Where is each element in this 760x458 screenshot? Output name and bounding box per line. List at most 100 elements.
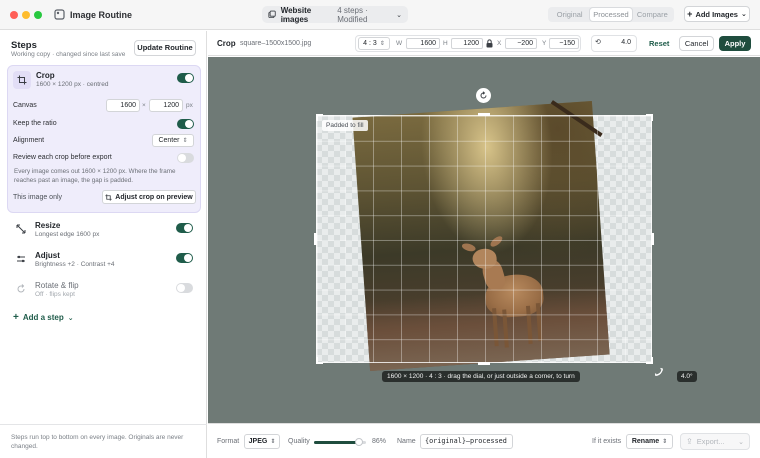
- cancel-button[interactable]: Cancel: [679, 36, 714, 51]
- alignment-select[interactable]: Center ⇕: [152, 134, 194, 147]
- if-exists-label: If it exists: [592, 438, 622, 445]
- chevron-down-icon: ⌄: [740, 11, 747, 18]
- crop-step-name: Crop: [36, 71, 55, 80]
- rotate-step-desc: Off · flips kept: [35, 291, 75, 298]
- rotate-dial-icon: [480, 91, 487, 99]
- add-step-button[interactable]: + Add a step ⌄: [13, 312, 74, 323]
- crop-handle-right[interactable]: [651, 233, 654, 245]
- format-select[interactable]: JPEG ⇕: [244, 434, 280, 449]
- crop-enabled-toggle[interactable]: [177, 73, 194, 83]
- chevron-down-icon: ⌄: [67, 314, 74, 322]
- lock-icon[interactable]: [486, 39, 493, 50]
- y-input[interactable]: −150: [549, 38, 579, 49]
- crop-handle-top[interactable]: [478, 113, 490, 116]
- sidebar-footer: Steps run top to bottom on every image. …: [0, 424, 207, 458]
- resize-icon: [12, 220, 30, 238]
- height-label: H: [443, 40, 448, 47]
- crop-step-card[interactable]: Crop 1600 × 1200 px · centred Canvas 160…: [7, 65, 201, 213]
- view-compare-tab[interactable]: Compare: [632, 8, 673, 21]
- rotate-cursor-icon: [654, 367, 663, 376]
- if-exists-select[interactable]: Rename ⇕: [626, 434, 673, 449]
- crop-toolbar: Crop square–1500x1500.jpg 4 : 3 ⇕ W 1600…: [208, 31, 760, 56]
- canvas-height-input[interactable]: 1200: [149, 99, 183, 112]
- rotation-dial[interactable]: [476, 88, 491, 103]
- quality-slider[interactable]: [314, 438, 366, 446]
- updown-chevron-icon: ⇕: [270, 439, 276, 445]
- apply-button[interactable]: Apply: [719, 36, 751, 51]
- zoom-window-button[interactable]: [34, 11, 42, 19]
- ratio-select[interactable]: 4 : 3 ⇕: [358, 37, 390, 50]
- crop-grid[interactable]: [316, 115, 652, 363]
- chevron-down-icon: ⌄: [738, 438, 744, 446]
- plus-icon: +: [13, 312, 19, 323]
- toolbar-file-name: square–1500x1500.jpg: [240, 40, 312, 47]
- export-label: Export...: [696, 437, 725, 446]
- y-label: Y: [542, 40, 547, 47]
- x-input[interactable]: −200: [505, 38, 537, 49]
- width-input[interactable]: 1600: [406, 38, 440, 49]
- this-image-only-label: This image only: [13, 194, 63, 201]
- export-button[interactable]: ⇪ Export... ⌄: [680, 433, 750, 450]
- crop-handle-bottom[interactable]: [478, 362, 490, 365]
- rotate-enabled-toggle[interactable]: [176, 283, 193, 293]
- adjust-enabled-toggle[interactable]: [176, 253, 193, 263]
- crop-handle-bottom-left[interactable]: [316, 357, 323, 364]
- name-pattern-input[interactable]: {original}–processed: [420, 434, 513, 449]
- review-label: Review each crop before export: [13, 154, 112, 161]
- document-switcher[interactable]: Website images 4 steps · Modified ⌄: [262, 5, 408, 24]
- height-input[interactable]: 1200: [451, 38, 483, 49]
- keep-ratio-toggle[interactable]: [177, 119, 194, 129]
- title-bar: Image Routine Website images 4 steps · M…: [0, 0, 760, 30]
- name-label: Name: [397, 438, 416, 445]
- add-step-label: Add a step: [22, 313, 64, 322]
- preview-canvas[interactable]: Padded to fill 1600 × 1200 · 4 : 3 · dra…: [208, 57, 760, 423]
- format-value: JPEG: [248, 438, 268, 445]
- adjust-crop-label: Adjust crop on preview: [115, 193, 193, 201]
- adjust-crop-button[interactable]: Adjust crop on preview: [102, 190, 196, 204]
- x-label: X: [497, 40, 502, 47]
- quality-label: Quality: [288, 438, 310, 445]
- reset-button[interactable]: Reset: [649, 39, 669, 48]
- alignment-value: Center: [158, 137, 180, 144]
- times-sign: ×: [142, 102, 146, 109]
- quality-slider-thumb[interactable]: [354, 438, 363, 446]
- toolbar-mode-title: Crop: [217, 39, 236, 48]
- review-toggle[interactable]: [177, 153, 194, 163]
- if-exists-value: Rename: [631, 438, 660, 445]
- steps-title: Steps: [11, 40, 37, 51]
- angle-badge: 4.0°: [677, 371, 697, 382]
- canvas-unit: px: [186, 102, 193, 109]
- canvas-width-input[interactable]: 1600: [106, 99, 140, 112]
- crop-handle-top-right[interactable]: [646, 114, 653, 121]
- rotate-icon: [12, 280, 30, 298]
- app-title: Image Routine: [70, 10, 133, 20]
- crop-icon: [105, 193, 112, 201]
- crop-handle-left[interactable]: [314, 233, 317, 245]
- ratio-value: 4 : 3: [363, 40, 377, 47]
- stack-icon: [268, 10, 276, 18]
- adjust-step-desc: Brightness +2 · Contrast +4: [35, 261, 115, 268]
- crop-geometry-group: 4 : 3 ⇕ W 1600 H 1200 X −200 Y −150: [355, 35, 581, 52]
- view-original-tab[interactable]: Original: [549, 8, 590, 21]
- rotate-angle-icon: ⟲: [595, 39, 601, 46]
- angle-input[interactable]: 4.0: [606, 38, 634, 49]
- padded-to-fill-label: Padded to fill: [322, 120, 368, 131]
- format-label: Format: [217, 438, 240, 445]
- crop-hint: 1600 × 1200 · 4 : 3 · drag the dial, or …: [382, 371, 580, 382]
- update-routine-button[interactable]: Update Routine: [134, 40, 196, 56]
- close-window-button[interactable]: [10, 11, 18, 19]
- angle-control: ⟲ 4.0: [591, 35, 637, 52]
- keep-ratio-label: Keep the ratio: [13, 120, 57, 127]
- plus-icon: +: [687, 9, 693, 19]
- minimize-window-button[interactable]: [22, 11, 30, 19]
- view-processed-tab[interactable]: Processed: [590, 8, 632, 21]
- add-images-button[interactable]: + Add Images ⌄: [684, 6, 750, 22]
- canvas-label: Canvas: [13, 102, 37, 109]
- updown-chevron-icon: ⇕: [182, 138, 188, 144]
- steps-sidebar: Steps Working copy · changed since last …: [0, 31, 207, 458]
- share-icon: ⇪: [686, 437, 693, 446]
- crop-handle-bottom-right[interactable]: [646, 357, 653, 364]
- resize-enabled-toggle[interactable]: [176, 223, 193, 233]
- sidebar-footer-text: Steps run top to bottom on every image. …: [11, 434, 184, 450]
- document-name: Website images: [280, 5, 312, 24]
